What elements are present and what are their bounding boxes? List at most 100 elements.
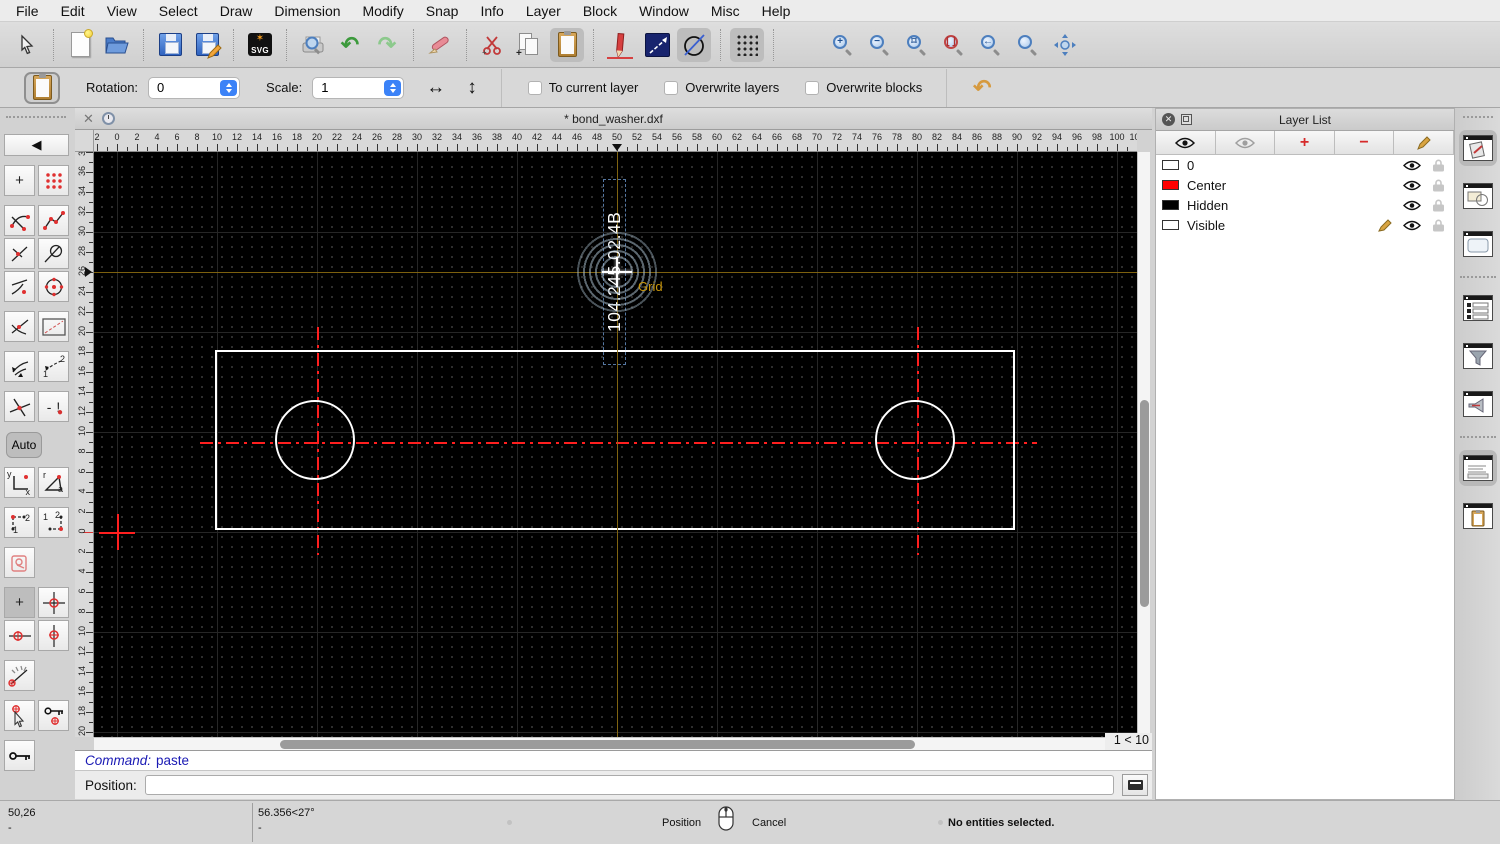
relative-point-1-button[interactable]: 1 2 <box>4 507 35 538</box>
paste-options-button[interactable] <box>24 72 60 104</box>
menu-file[interactable]: File <box>16 3 39 19</box>
overwrite-layers-checkbox[interactable]: Overwrite layers <box>664 80 779 95</box>
edit-layer-button[interactable] <box>1394 131 1454 154</box>
menu-edit[interactable]: Edit <box>61 3 85 19</box>
scrollbar-thumb[interactable] <box>1140 400 1149 607</box>
restrict-orthogonal-button[interactable] <box>38 311 69 342</box>
zoom-pan-button[interactable] <box>1048 28 1082 62</box>
menu-modify[interactable]: Modify <box>363 3 404 19</box>
menu-window[interactable]: Window <box>639 3 689 19</box>
save-as-button[interactable] <box>190 28 224 62</box>
stepper-icon[interactable] <box>220 80 237 96</box>
open-file-button[interactable] <box>100 28 134 62</box>
flip-vertical-button[interactable]: ↕ <box>467 77 477 99</box>
layer-row-0[interactable]: 0 <box>1156 155 1454 175</box>
layer-row-visible[interactable]: Visible <box>1156 215 1454 235</box>
snap-perpendicular-button[interactable] <box>4 238 35 269</box>
restrict-nothing-button[interactable] <box>4 547 35 578</box>
layer-list-dock-button[interactable] <box>1459 130 1497 166</box>
clipboard-dock-button[interactable] <box>1459 498 1497 534</box>
layer-lock-icon[interactable] <box>1433 199 1444 212</box>
zoom-in-button[interactable]: + <box>826 28 860 62</box>
menu-help[interactable]: Help <box>762 3 791 19</box>
overwrite-blocks-checkbox[interactable]: Overwrite blocks <box>805 80 922 95</box>
export-svg-button[interactable]: ✶SVG <box>243 28 277 62</box>
zoom-auto-button[interactable]: ⌑ <box>900 28 934 62</box>
snap-center-button[interactable] <box>38 271 69 302</box>
snap-middle-button[interactable] <box>4 311 35 342</box>
menu-block[interactable]: Block <box>583 3 617 19</box>
crosshair-vertical-button[interactable] <box>38 620 69 651</box>
stepper-icon[interactable] <box>384 80 401 96</box>
add-layer-button[interactable]: + <box>1275 131 1335 154</box>
zoom-previous-button[interactable]: [ ] <box>937 28 971 62</box>
menu-draw[interactable]: Draw <box>220 3 253 19</box>
set-relative-zero-button[interactable] <box>4 700 35 731</box>
menu-info[interactable]: Info <box>480 3 503 19</box>
crosshair-circle-button[interactable] <box>38 587 69 618</box>
layer-visibility-icon[interactable] <box>1403 200 1421 211</box>
layer-visibility-icon[interactable] <box>1403 220 1421 231</box>
menu-misc[interactable]: Misc <box>711 3 740 19</box>
delete-tool-button[interactable] <box>423 28 457 62</box>
snap-intersection-button[interactable] <box>4 391 35 422</box>
announce-dock-button[interactable] <box>1459 386 1497 422</box>
select-tool-button[interactable] <box>10 28 44 62</box>
hide-all-layers-button[interactable] <box>1216 131 1276 154</box>
position-input[interactable] <box>145 775 1114 795</box>
draw-circle-button[interactable] <box>677 28 711 62</box>
snap-on-entity-button[interactable] <box>38 205 69 236</box>
snap-free-button[interactable]: + <box>4 165 35 196</box>
draw-freehand-button[interactable] <box>603 28 637 62</box>
checkbox-icon[interactable] <box>805 81 819 95</box>
cut-button[interactable]: + <box>476 28 510 62</box>
command-line-dock-button[interactable] <box>1459 450 1497 486</box>
vertical-scrollbar[interactable] <box>1137 152 1150 737</box>
snap-intersection-auto-button[interactable] <box>4 351 35 382</box>
relative-point-2-button[interactable]: 1 2 <box>38 507 69 538</box>
snap-intersection-manual-button[interactable]: - ! ● <box>38 391 69 422</box>
copy-button[interactable]: + <box>513 28 547 62</box>
layer-row-hidden[interactable]: Hidden <box>1156 195 1454 215</box>
menu-select[interactable]: Select <box>159 3 198 19</box>
layer-lock-icon[interactable] <box>1433 219 1444 232</box>
entity-list-dock-button[interactable] <box>1459 290 1497 326</box>
snap-tangent-button[interactable] <box>38 238 69 269</box>
to-current-layer-checkbox[interactable]: To current layer <box>528 80 639 95</box>
horizontal-scrollbar[interactable] <box>94 737 1105 750</box>
crosshair-plain-button[interactable]: + <box>4 587 35 618</box>
checkbox-icon[interactable] <box>664 81 678 95</box>
lock-relative-zero-button[interactable] <box>38 700 69 731</box>
zoom-out-button[interactable]: − <box>863 28 897 62</box>
snap-sequence-button[interactable]: 1 2 <box>38 351 69 382</box>
remove-layer-button[interactable]: − <box>1335 131 1395 154</box>
back-action-button[interactable]: ↷ <box>973 75 991 101</box>
coordinate-cartesian-button[interactable]: y x <box>4 467 35 498</box>
menu-view[interactable]: View <box>107 3 137 19</box>
coordinate-polar-button[interactable]: r a <box>38 467 69 498</box>
save-button[interactable] <box>153 28 187 62</box>
new-file-button[interactable] <box>63 28 97 62</box>
filter-dock-button[interactable] <box>1459 338 1497 374</box>
block-list-dock-button[interactable] <box>1459 178 1497 214</box>
rotation-spinner[interactable] <box>148 77 240 99</box>
crosshair-horizontal-button[interactable] <box>4 620 35 651</box>
paste-button[interactable] <box>550 28 584 62</box>
menu-layer[interactable]: Layer <box>526 3 561 19</box>
menu-snap[interactable]: Snap <box>426 3 459 19</box>
scrollbar-thumb[interactable] <box>280 740 915 749</box>
snap-distance-button[interactable] <box>4 271 35 302</box>
keyboard-focus-button[interactable] <box>1122 774 1148 796</box>
menu-dimension[interactable]: Dimension <box>274 3 340 19</box>
print-preview-button[interactable] <box>296 28 330 62</box>
layer-lock-icon[interactable] <box>1433 159 1444 172</box>
scale-spinner[interactable] <box>312 77 404 99</box>
layer-visibility-icon[interactable] <box>1403 160 1421 171</box>
drawing-canvas[interactable]: 104.245.02.4B Grid <box>94 152 1137 737</box>
layer-row-center[interactable]: Center <box>1156 175 1454 195</box>
angle-gauge-button[interactable] <box>4 660 35 691</box>
redo-button[interactable]: ↷ <box>370 28 404 62</box>
flip-horizontal-button[interactable]: ↔ <box>426 77 445 99</box>
snap-auto-button[interactable]: Auto <box>6 432 42 458</box>
draw-line-button[interactable] <box>640 28 674 62</box>
